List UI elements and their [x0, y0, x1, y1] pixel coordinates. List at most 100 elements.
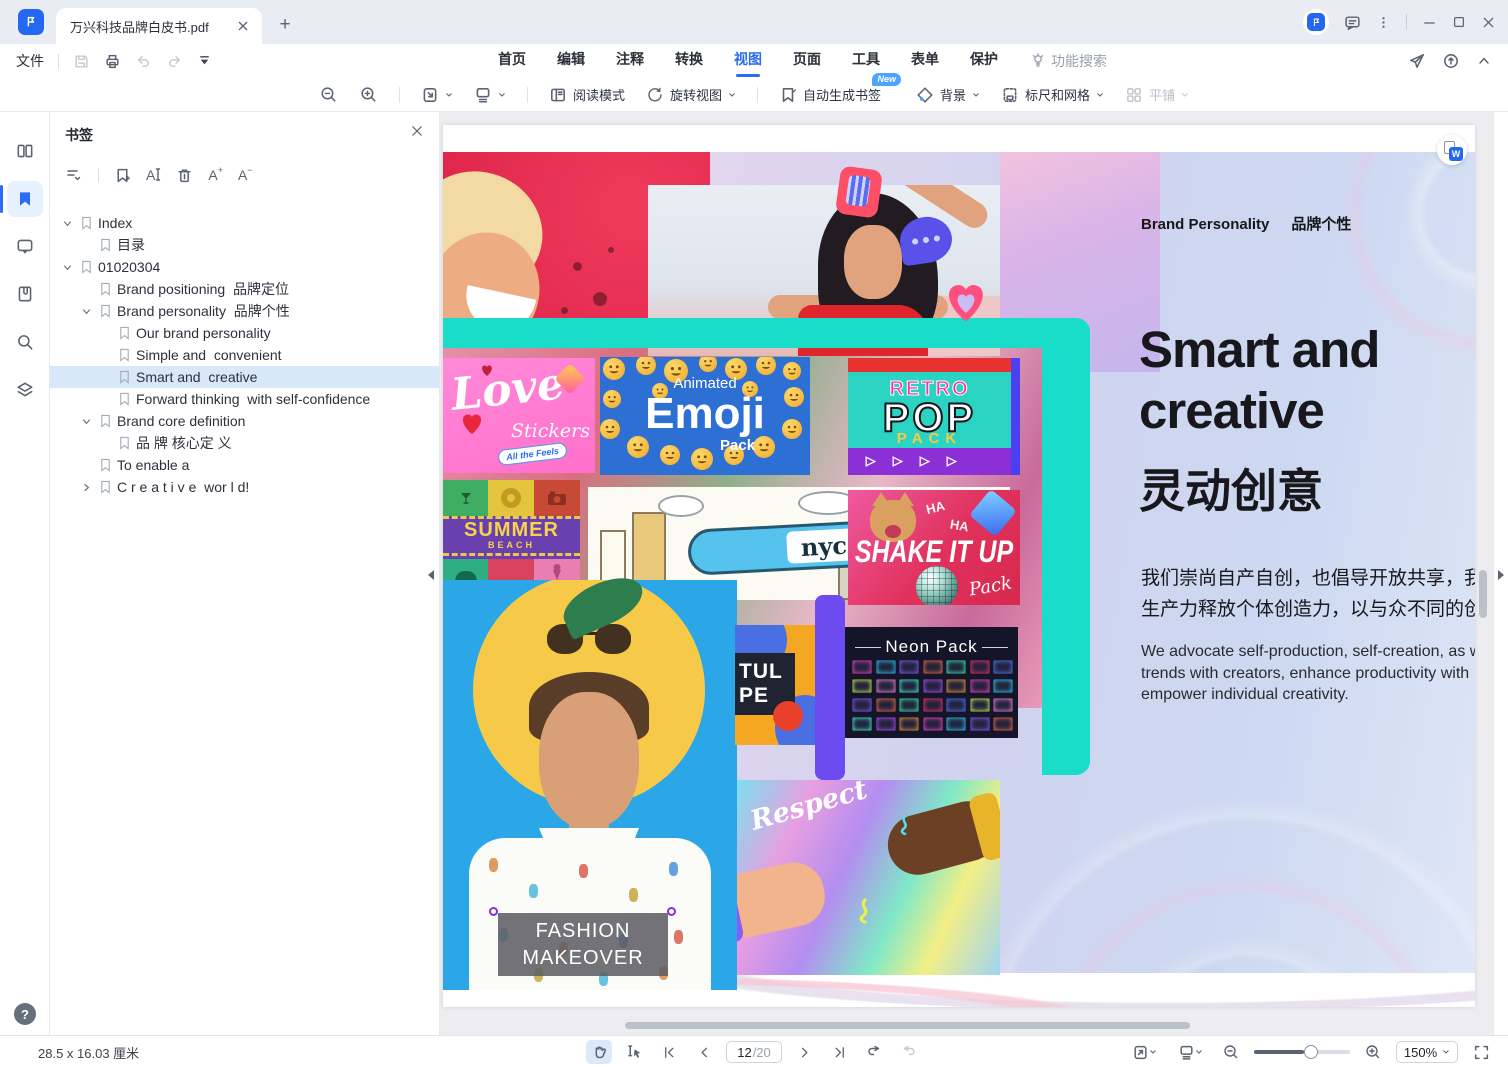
rename-bookmark-icon[interactable]: A: [146, 167, 161, 183]
help-button[interactable]: ?: [14, 1003, 36, 1025]
fullscreen-button[interactable]: [1468, 1040, 1494, 1064]
close-button[interactable]: [1481, 15, 1496, 30]
divider: [399, 87, 400, 103]
zoom-in-button[interactable]: [355, 82, 382, 107]
zoom-out-status-button[interactable]: [1218, 1040, 1244, 1064]
bookmark-row[interactable]: Brand positioning 品牌定位: [50, 278, 439, 300]
document-viewport[interactable]: Love Stickers All the Feels Animated Emo…: [440, 112, 1508, 1035]
feedback-icon[interactable]: [1344, 14, 1361, 31]
collapse-toolbar-icon[interactable]: [1476, 53, 1492, 69]
bookmark-row[interactable]: Smart and creative: [50, 366, 439, 388]
expand-right-panel-icon[interactable]: [1498, 570, 1504, 580]
toolbar-collapse-icon[interactable]: [197, 54, 212, 69]
bookmark-row[interactable]: Brand core definition: [50, 410, 439, 432]
background-dropdown[interactable]: 背景: [912, 82, 984, 107]
hand-tool-button[interactable]: [586, 1040, 612, 1064]
eyebrow-zh: 品牌个性: [1291, 216, 1351, 233]
minimize-button[interactable]: [1422, 15, 1437, 30]
bookmark-row[interactable]: 01020304: [50, 256, 439, 278]
chevron-right-icon[interactable]: [80, 481, 99, 494]
export-to-word-button[interactable]: W: [1437, 135, 1467, 165]
sync-icon[interactable]: [1442, 52, 1460, 70]
add-bookmark-icon[interactable]: [114, 167, 131, 184]
print-icon[interactable]: [104, 53, 121, 70]
select-tool-button[interactable]: [621, 1040, 647, 1064]
next-page-button[interactable]: [791, 1040, 817, 1064]
rotate-view-dropdown[interactable]: 旋转视图: [642, 82, 740, 107]
maximize-button[interactable]: [1452, 15, 1466, 29]
bookmark-row[interactable]: Simple and convenient: [50, 344, 439, 366]
horizontal-scrollbar[interactable]: [625, 1022, 1190, 1029]
bookmark-row[interactable]: C r e a t i v e wor l d!: [50, 476, 439, 498]
selection-handle[interactable]: [667, 907, 676, 916]
first-page-button[interactable]: [656, 1040, 682, 1064]
menu-item-7[interactable]: 表单: [911, 44, 939, 78]
love-subtitle: Stickers: [511, 420, 590, 442]
menu-item-0[interactable]: 首页: [498, 44, 526, 78]
page-display-dropdown[interactable]: [470, 83, 510, 107]
expand-all-icon[interactable]: A+: [208, 167, 223, 183]
panel-close-icon[interactable]: [411, 125, 423, 137]
expand-options-icon[interactable]: [65, 166, 83, 184]
tab-close-icon[interactable]: [234, 17, 252, 35]
document-tab[interactable]: 万兴科技品牌白皮书.pdf: [56, 8, 262, 44]
fit-page-dropdown[interactable]: [1126, 1040, 1162, 1064]
fit-width-dropdown[interactable]: [417, 83, 457, 107]
collapse-left-panel-icon[interactable]: [428, 570, 434, 580]
menu-item-3[interactable]: 转换: [675, 44, 703, 78]
tile-label: 平铺: [1149, 85, 1175, 104]
comments-panel-icon[interactable]: [7, 228, 43, 264]
chevron-down-icon[interactable]: [80, 415, 99, 428]
attachments-panel-icon[interactable]: [7, 276, 43, 312]
menu-item-5[interactable]: 页面: [793, 44, 821, 78]
undo-icon[interactable]: [135, 53, 152, 70]
bookmarks-panel-icon[interactable]: [7, 181, 43, 217]
neon-thumbnail: [876, 717, 896, 731]
ruler-grid-dropdown[interactable]: 标尺和网格: [997, 82, 1108, 107]
menu-file[interactable]: 文件: [16, 51, 44, 71]
chevron-down-icon[interactable]: [61, 261, 80, 274]
app-badge-icon[interactable]: [1303, 9, 1329, 35]
zoom-slider[interactable]: [1254, 1050, 1350, 1054]
thumbnails-panel-icon[interactable]: [7, 133, 43, 169]
previous-view-button[interactable]: [861, 1040, 887, 1064]
selection-handle[interactable]: [489, 907, 498, 916]
menu-item-4[interactable]: 视图: [734, 44, 762, 78]
save-icon[interactable]: [73, 53, 90, 70]
more-menu-icon[interactable]: [1376, 15, 1391, 30]
page-number-input[interactable]: 12 /20: [726, 1041, 782, 1063]
share-icon[interactable]: [1408, 52, 1426, 70]
layers-panel-icon[interactable]: [7, 372, 43, 408]
reading-mode-button[interactable]: 阅读模式: [545, 82, 629, 107]
feature-search[interactable]: 功能搜索: [1030, 44, 1107, 78]
menu-item-1[interactable]: 编辑: [557, 44, 585, 78]
new-tab-button[interactable]: +: [272, 12, 298, 38]
delete-bookmark-icon[interactable]: [176, 167, 193, 184]
bookmark-row[interactable]: Our brand personality: [50, 322, 439, 344]
bookmark-row[interactable]: Forward thinking with self-confidence: [50, 388, 439, 410]
page-layout-dropdown[interactable]: [1172, 1040, 1208, 1064]
chevron-down-icon[interactable]: [80, 305, 99, 318]
fashion-makeover-caption[interactable]: FASHION MAKEOVER: [498, 912, 668, 976]
auto-bookmark-button[interactable]: 自动生成书签 New: [775, 82, 885, 107]
zoom-level-dropdown[interactable]: 150%: [1396, 1041, 1458, 1063]
zoom-slider-knob[interactable]: [1304, 1045, 1318, 1059]
collapse-all-icon[interactable]: A−: [238, 167, 253, 183]
zoom-in-status-button[interactable]: [1360, 1040, 1386, 1064]
zoom-out-button[interactable]: [315, 82, 342, 107]
vertical-scrollbar[interactable]: [1479, 570, 1487, 618]
bookmark-row[interactable]: 目录: [50, 234, 439, 256]
bookmark-row[interactable]: Brand personality 品牌个性: [50, 300, 439, 322]
last-page-button[interactable]: [826, 1040, 852, 1064]
redo-icon[interactable]: [166, 53, 183, 70]
bookmark-label: C r e a t i v e wor l d!: [117, 479, 249, 495]
bookmark-row[interactable]: 品 牌 核心定 义: [50, 432, 439, 454]
bookmark-row[interactable]: To enable a: [50, 454, 439, 476]
chevron-down-icon[interactable]: [61, 217, 80, 230]
bookmark-row[interactable]: Index: [50, 212, 439, 234]
menu-item-2[interactable]: 注释: [616, 44, 644, 78]
menu-item-8[interactable]: 保护: [970, 44, 998, 78]
search-panel-icon[interactable]: [7, 324, 43, 360]
card-neon-pack: Neon Pack: [845, 627, 1018, 738]
previous-page-button[interactable]: [691, 1040, 717, 1064]
